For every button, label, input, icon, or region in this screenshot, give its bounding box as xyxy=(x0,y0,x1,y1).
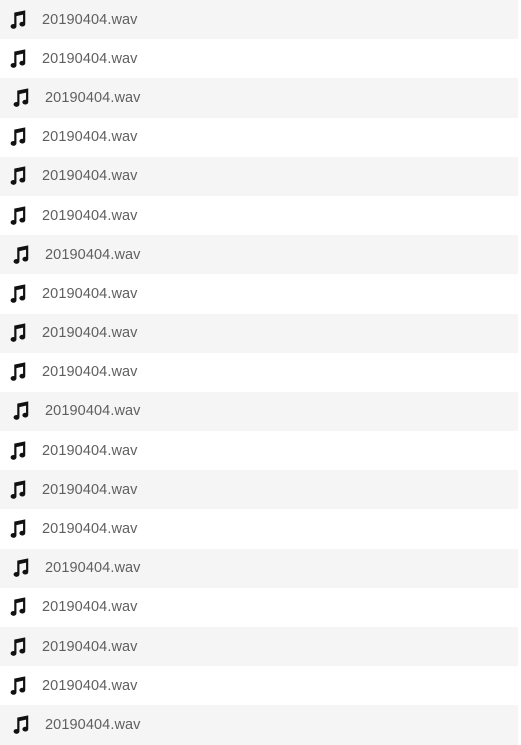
list-item[interactable]: 20190404.wav xyxy=(0,39,518,79)
music-note-icon xyxy=(10,284,26,303)
music-note-icon xyxy=(10,9,26,29)
file-name: 20190404.wav xyxy=(42,207,138,224)
file-name: 20190404.wav xyxy=(45,716,141,733)
file-name: 20190404.wav xyxy=(42,168,138,185)
music-note-icon xyxy=(10,441,26,460)
list-item[interactable]: 20190404.wav xyxy=(0,352,518,392)
music-note-icon xyxy=(10,519,26,538)
list-item[interactable]: 20190404.wav xyxy=(0,431,518,471)
list-item[interactable]: 20190404.wav xyxy=(0,235,518,275)
list-item[interactable]: 20190404.wav xyxy=(0,470,518,510)
file-name: 20190404.wav xyxy=(42,638,138,655)
music-note-icon xyxy=(13,88,29,107)
file-name: 20190404.wav xyxy=(45,89,141,106)
file-name: 20190404.wav xyxy=(42,521,138,538)
audio-file-list: 20190404.wav 20190404.wav 20190404.wav 2… xyxy=(0,0,518,745)
list-item[interactable]: 20190404.wav xyxy=(0,666,518,706)
list-item[interactable]: 20190404.wav xyxy=(0,0,518,40)
file-name: 20190404.wav xyxy=(42,442,138,459)
file-name: 20190404.wav xyxy=(42,325,138,342)
file-name: 20190404.wav xyxy=(42,285,138,302)
music-note-icon xyxy=(10,676,26,695)
list-item[interactable]: 20190404.wav xyxy=(0,117,518,157)
list-item[interactable]: 20190404.wav xyxy=(0,195,518,236)
list-item[interactable]: 20190404.wav xyxy=(0,509,518,549)
music-note-icon xyxy=(13,715,29,734)
music-note-icon xyxy=(10,597,26,617)
list-item[interactable]: 20190404.wav xyxy=(0,391,518,432)
list-item[interactable]: 20190404.wav xyxy=(0,705,518,745)
list-item[interactable]: 20190404.wav xyxy=(0,627,518,667)
list-item[interactable]: 20190404.wav xyxy=(0,274,518,314)
file-name: 20190404.wav xyxy=(42,11,138,28)
list-item[interactable]: 20190404.wav xyxy=(0,313,518,353)
music-note-icon xyxy=(10,49,26,68)
music-note-icon xyxy=(10,323,26,342)
file-name: 20190404.wav xyxy=(45,560,141,577)
file-name: 20190404.wav xyxy=(42,677,138,694)
file-name: 20190404.wav xyxy=(42,129,138,146)
music-note-icon xyxy=(10,127,26,146)
music-note-icon xyxy=(10,166,26,186)
music-note-icon xyxy=(13,401,29,421)
music-note-icon xyxy=(10,636,26,656)
list-item[interactable]: 20190404.wav xyxy=(0,156,518,196)
list-item[interactable]: 20190404.wav xyxy=(0,78,518,118)
file-name: 20190404.wav xyxy=(45,403,141,420)
music-note-icon xyxy=(13,558,29,578)
file-name: 20190404.wav xyxy=(42,50,138,67)
file-name: 20190404.wav xyxy=(42,599,138,616)
list-item[interactable]: 20190404.wav xyxy=(0,548,518,588)
music-note-icon xyxy=(10,205,26,225)
file-name: 20190404.wav xyxy=(42,364,138,381)
file-name: 20190404.wav xyxy=(45,246,141,263)
music-note-icon xyxy=(10,362,26,382)
music-note-icon xyxy=(10,480,26,499)
file-name: 20190404.wav xyxy=(42,481,138,498)
music-note-icon xyxy=(13,245,29,264)
list-item[interactable]: 20190404.wav xyxy=(0,587,518,627)
